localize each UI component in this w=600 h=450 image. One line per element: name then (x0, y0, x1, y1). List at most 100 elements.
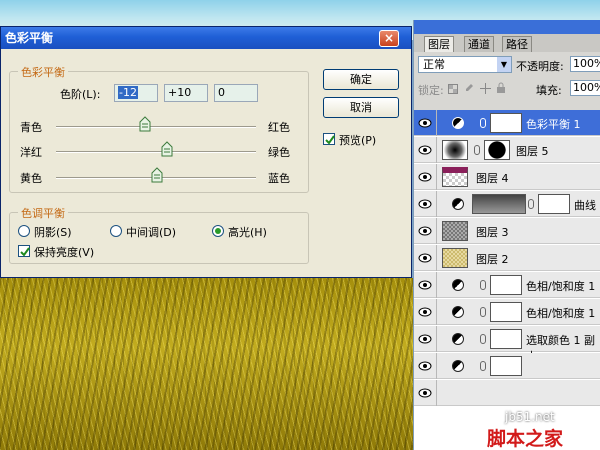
layer-mask-thumbnail (490, 113, 522, 133)
opacity-input[interactable]: 100% (570, 56, 600, 72)
layer-name: 曲线 (574, 199, 596, 212)
layer-mask-thumbnail (490, 356, 522, 376)
cancel-button[interactable]: 取消 (323, 97, 399, 118)
layer-mask-thumbnail (538, 194, 570, 214)
levels-label: 色阶(L): (60, 88, 101, 101)
eye-icon[interactable] (418, 198, 432, 210)
eye-icon[interactable] (418, 144, 432, 156)
layer-row[interactable] (414, 380, 600, 406)
level-cyan-red-input[interactable]: -12 (114, 84, 158, 102)
eye-icon[interactable] (418, 252, 432, 264)
eye-icon[interactable] (418, 387, 432, 399)
midtones-radio[interactable] (110, 225, 122, 237)
cyan-label: 青色 (20, 121, 42, 134)
layer-thumbnail (442, 248, 468, 268)
layer-row[interactable]: 图层 2 (414, 245, 600, 271)
site-watermark: jb51.net 脚本之家 (487, 410, 597, 450)
check-icon (325, 135, 335, 145)
highlights-label[interactable]: 高光(H) (228, 224, 267, 240)
link-icon (480, 280, 486, 290)
layer-row[interactable]: 图层 5 (414, 137, 600, 163)
lock-all-icon[interactable] (496, 82, 506, 94)
layer-thumbnail (442, 221, 468, 241)
layer-name: 图层 5 (516, 145, 549, 158)
preview-checkbox[interactable] (323, 133, 335, 145)
lock-brush-icon[interactable] (464, 83, 474, 94)
layer-row[interactable]: 图层 3 (414, 218, 600, 244)
eye-icon[interactable] (418, 225, 432, 237)
magenta-green-slider-track[interactable] (56, 151, 256, 153)
level-magenta-green-input[interactable]: +10 (164, 84, 208, 102)
blend-opacity-row: 正常 ▼ 不透明度: 100% (414, 54, 600, 76)
link-icon (528, 199, 534, 209)
link-icon (474, 145, 480, 155)
shadows-label[interactable]: 阴影(S) (34, 224, 72, 240)
preserve-luminosity-label[interactable]: 保持亮度(V) (34, 244, 94, 260)
magenta-label: 洋红 (20, 146, 42, 159)
yellow-blue-slider-thumb[interactable] (151, 167, 163, 183)
tab-paths[interactable]: 路径 (502, 36, 532, 52)
fill-input[interactable]: 100% (570, 80, 600, 96)
fill-label: 填充: (536, 84, 562, 97)
eye-icon[interactable] (418, 360, 432, 372)
link-icon (480, 334, 486, 344)
tab-channels[interactable]: 通道 (464, 36, 494, 52)
highlights-radio[interactable] (212, 225, 224, 237)
layer-name: 图层 4 (476, 172, 509, 185)
panel-tabs: 图层 通道 路径 (414, 34, 600, 52)
cyan-red-slider-thumb[interactable] (139, 116, 151, 132)
color-balance-dialog: 色彩平衡 × 色彩平衡 色阶(L): -12 +10 0 青色 红色 洋红 绿色… (0, 26, 412, 278)
watermark-name: 脚本之家 (487, 428, 564, 450)
layer-name: 图层 2 (476, 253, 509, 266)
layer-name: 色彩平衡 1 (526, 118, 581, 131)
preserve-luminosity-checkbox[interactable] (18, 245, 30, 257)
eye-icon[interactable] (418, 171, 432, 183)
layer-thumbnail (442, 140, 468, 160)
layer-row[interactable]: 曲线 (414, 191, 600, 217)
blue-label: 蓝色 (268, 172, 290, 185)
tone-balance-group: 色调平衡 阴影(S) 中间调(D) 高光(H) 保持亮度(V) (9, 205, 309, 264)
adjustment-layer-icon (452, 333, 464, 345)
layer-row[interactable]: 色彩平衡 1 (414, 110, 600, 136)
layer-mask-thumbnail (490, 302, 522, 322)
panel-titlebar[interactable] (414, 20, 600, 34)
tab-layers[interactable]: 图层 (424, 36, 454, 52)
close-button[interactable]: × (379, 30, 399, 47)
eye-icon[interactable] (418, 333, 432, 345)
lock-move-icon[interactable] (480, 83, 491, 94)
red-label: 红色 (268, 121, 290, 134)
lock-fill-row: 锁定: 填充: 100% (414, 78, 600, 100)
cyan-red-slider-track[interactable] (56, 126, 256, 128)
layer-row[interactable] (414, 353, 600, 379)
layer-mask-thumbnail (490, 275, 522, 295)
preview-label[interactable]: 预览(P) (339, 132, 376, 148)
magenta-green-slider-thumb[interactable] (161, 141, 173, 157)
watermark-url: jb51.net (505, 410, 555, 424)
layer-thumbnail (442, 167, 468, 187)
blend-mode-select[interactable]: 正常 ▼ (418, 56, 512, 73)
adjustment-layer-icon (452, 198, 464, 210)
layers-list: 色彩平衡 1 图层 5 图层 4 曲线 图层 3 图层 2 色相/饱和度 1 色… (414, 110, 600, 450)
layer-row[interactable]: 图层 4 (414, 164, 600, 190)
eye-icon[interactable] (418, 117, 432, 129)
ok-button[interactable]: 确定 (323, 69, 399, 90)
close-icon: × (383, 31, 395, 45)
level-yellow-blue-input[interactable]: 0 (214, 84, 258, 102)
green-label: 绿色 (268, 146, 290, 159)
shadows-radio[interactable] (18, 225, 30, 237)
dialog-titlebar[interactable]: 色彩平衡 (1, 27, 411, 49)
eye-icon[interactable] (418, 306, 432, 318)
layer-mask-thumbnail (490, 329, 522, 349)
midtones-label[interactable]: 中间调(D) (126, 224, 176, 240)
layer-row[interactable]: 色相/饱和度 1 (414, 299, 600, 325)
adjustment-layer-icon (452, 117, 464, 129)
layer-name: 色相/饱和度 1 (526, 307, 596, 320)
lock-transparency-icon[interactable] (448, 84, 458, 94)
layer-row[interactable]: 色相/饱和度 1 (414, 272, 600, 298)
layers-panel: 图层 通道 路径 正常 ▼ 不透明度: 100% 锁定: 填充: 100% 色彩… (413, 20, 600, 450)
eye-icon[interactable] (418, 279, 432, 291)
adjustment-layer-icon (452, 279, 464, 291)
layer-row[interactable]: 选取颜色 1 副本 (414, 326, 600, 363)
layer-name: 图层 3 (476, 226, 509, 239)
layer-thumbnail (472, 194, 526, 214)
